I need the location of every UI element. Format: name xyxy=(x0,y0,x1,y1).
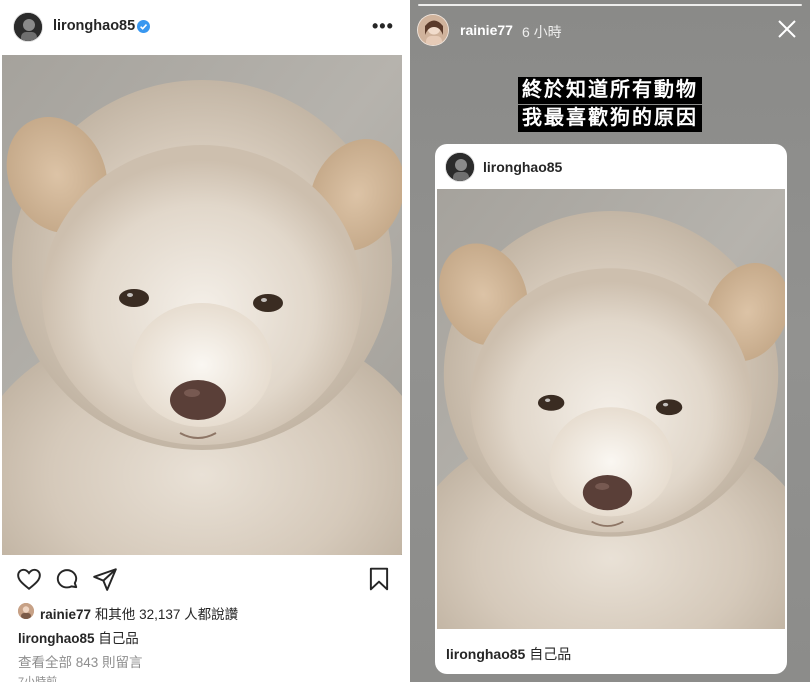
liker-username[interactable]: rainie77 xyxy=(40,607,91,622)
post-caption: lironghao85 自己品 xyxy=(18,627,139,647)
story-time: 6 小時 xyxy=(522,24,562,40)
story-header: rainie77 6 小時 xyxy=(410,10,810,50)
bookmark-icon[interactable] xyxy=(366,566,392,592)
post-timestamp: 7小時前 xyxy=(18,676,58,682)
likes-row[interactable]: rainie77 和其他 32,137 人都說讚 xyxy=(18,601,398,623)
avatar xyxy=(18,603,34,619)
post-actions xyxy=(0,562,405,596)
avatar xyxy=(445,152,475,182)
view-comments-link[interactable]: 查看全部 843 則留言 xyxy=(18,651,143,671)
shared-caption-username: lironghao85 xyxy=(446,646,526,662)
close-icon[interactable] xyxy=(777,19,797,39)
shared-caption-text: 自己品 xyxy=(529,646,572,662)
story-username[interactable]: rainie77 xyxy=(460,22,513,38)
avatar[interactable] xyxy=(417,14,449,46)
instagram-post: lironghao85 ••• rainie77 和其他 32,137 人都說讚… xyxy=(0,0,405,682)
verified-badge-icon xyxy=(137,20,150,33)
more-horizontal-icon[interactable]: ••• xyxy=(372,16,394,37)
story-text-overlay: 終於知道所有動物 我最喜歡狗的原因 xyxy=(410,77,810,133)
likes-text: rainie77 和其他 32,137 人都說讚 xyxy=(40,603,238,623)
shared-post-photo xyxy=(437,189,785,629)
avatar[interactable] xyxy=(13,12,43,42)
likes-count-text: 和其他 32,137 人都說讚 xyxy=(94,607,239,622)
story-text-line: 我最喜歡狗的原因 xyxy=(518,105,702,132)
comment-icon[interactable] xyxy=(54,566,80,592)
caption-text: 自己品 xyxy=(98,631,139,646)
post-photo[interactable] xyxy=(2,55,402,555)
post-username[interactable]: lironghao85 xyxy=(53,18,135,34)
shared-post-header: lironghao85 xyxy=(435,144,787,190)
caption-username[interactable]: lironghao85 xyxy=(18,631,95,646)
send-icon[interactable] xyxy=(92,566,118,592)
story-text-line: 終於知道所有動物 xyxy=(518,77,702,104)
shared-post-caption: lironghao85 自己品 xyxy=(446,644,571,664)
shared-post-card[interactable]: lironghao85 lironghao85 自己品 xyxy=(435,144,787,674)
post-header: lironghao85 ••• xyxy=(0,0,405,54)
story-progress-bar xyxy=(418,4,802,6)
shared-post-username: lironghao85 xyxy=(483,159,563,175)
heart-icon[interactable] xyxy=(16,566,42,592)
